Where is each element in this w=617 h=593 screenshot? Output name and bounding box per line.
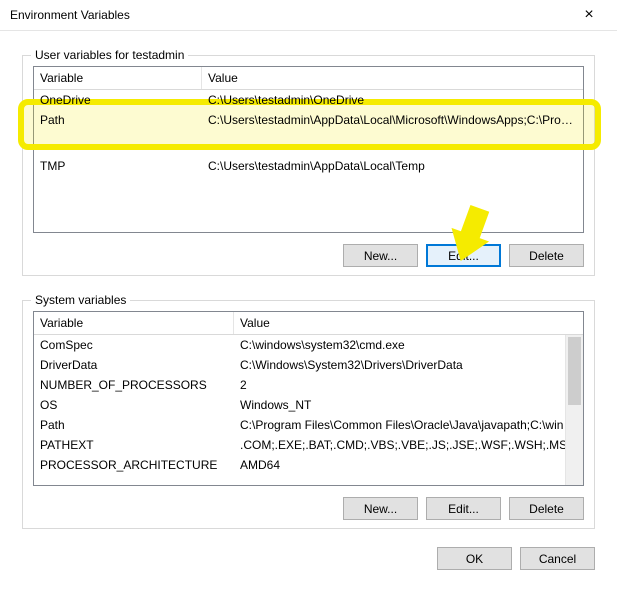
cancel-button[interactable]: Cancel [520, 547, 595, 570]
system-button-row: New... Edit... Delete [343, 497, 584, 520]
value-cell: Windows_NT [234, 395, 583, 415]
scroll-thumb[interactable] [568, 337, 581, 405]
title-bar: Environment Variables × [0, 0, 617, 31]
variable-cell: PROCESSOR_ARCHITECTURE [34, 455, 234, 475]
table-row[interactable]: Path C:\Program Files\Common Files\Oracl… [34, 415, 583, 435]
ok-button[interactable]: OK [437, 547, 512, 570]
column-header-value[interactable]: Value [202, 67, 583, 89]
table-row[interactable]: DriverData C:\Windows\System32\Drivers\D… [34, 355, 583, 375]
variable-cell: TMP [34, 156, 202, 176]
variable-cell: OS [34, 395, 234, 415]
variable-cell: OneDrive [34, 90, 202, 110]
table-row[interactable]: Path C:\Users\testadmin\AppData\Local\Mi… [34, 110, 583, 130]
variable-cell: Path [34, 110, 202, 130]
system-section-label: System variables [31, 293, 130, 307]
value-cell: C:\windows\system32\cmd.exe [234, 335, 583, 355]
variable-cell: PATHEXT [34, 435, 234, 455]
table-row[interactable]: ComSpec C:\windows\system32\cmd.exe [34, 335, 583, 355]
dialog-button-row: OK Cancel [0, 529, 617, 570]
variable-cell: Path [34, 415, 234, 435]
table-row[interactable]: PROCESSOR_ARCHITECTURE AMD64 [34, 455, 583, 475]
table-header: Variable Value [34, 312, 583, 335]
user-delete-button[interactable]: Delete [509, 244, 584, 267]
value-cell: C:\Program Files\Common Files\Oracle\Jav… [234, 415, 583, 435]
user-edit-button[interactable]: Edit... [426, 244, 501, 267]
value-cell: 2 [234, 375, 583, 395]
value-cell: C:\Users\testadmin\OneDrive [202, 90, 583, 110]
column-header-variable[interactable]: Variable [34, 312, 234, 334]
system-variables-table[interactable]: Variable Value ComSpec C:\windows\system… [33, 311, 584, 486]
system-delete-button[interactable]: Delete [509, 497, 584, 520]
user-section-label: User variables for testadmin [31, 48, 188, 62]
system-table-body: ComSpec C:\windows\system32\cmd.exe Driv… [34, 335, 583, 485]
column-header-variable[interactable]: Variable [34, 67, 202, 89]
value-cell: .COM;.EXE;.BAT;.CMD;.VBS;.VBE;.JS;.JSE;.… [234, 435, 583, 455]
value-cell: C:\Windows\System32\Drivers\DriverData [234, 355, 583, 375]
column-header-value[interactable]: Value [234, 312, 583, 334]
user-button-row: New... Edit... Delete [343, 244, 584, 267]
value-cell: C:\Users\testadmin\AppData\Local\Temp [202, 156, 583, 176]
user-new-button[interactable]: New... [343, 244, 418, 267]
value-cell: AMD64 [234, 455, 583, 475]
value-cell: C:\Users\testadmin\AppData\Local\Microso… [202, 110, 583, 130]
variable-cell: DriverData [34, 355, 234, 375]
table-row[interactable]: TMP C:\Users\testadmin\AppData\Local\Tem… [34, 156, 583, 176]
table-row[interactable]: OneDrive C:\Users\testadmin\OneDrive [34, 90, 583, 110]
system-variables-section: System variables Variable Value ComSpec … [22, 300, 595, 529]
user-table-body: OneDrive C:\Users\testadmin\OneDrive Pat… [34, 90, 583, 232]
dialog-content: User variables for testadmin Variable Va… [0, 31, 617, 529]
table-row[interactable]: OS Windows_NT [34, 395, 583, 415]
close-icon[interactable]: × [569, 0, 609, 30]
variable-cell: NUMBER_OF_PROCESSORS [34, 375, 234, 395]
user-variables-table[interactable]: Variable Value OneDrive C:\Users\testadm… [33, 66, 584, 233]
system-edit-button[interactable]: Edit... [426, 497, 501, 520]
window-title: Environment Variables [10, 8, 569, 22]
table-row[interactable]: NUMBER_OF_PROCESSORS 2 [34, 375, 583, 395]
system-new-button[interactable]: New... [343, 497, 418, 520]
scrollbar[interactable] [565, 335, 583, 485]
table-row[interactable]: PATHEXT .COM;.EXE;.BAT;.CMD;.VBS;.VBE;.J… [34, 435, 583, 455]
variable-cell: ComSpec [34, 335, 234, 355]
user-variables-section: User variables for testadmin Variable Va… [22, 55, 595, 276]
table-header: Variable Value [34, 67, 583, 90]
